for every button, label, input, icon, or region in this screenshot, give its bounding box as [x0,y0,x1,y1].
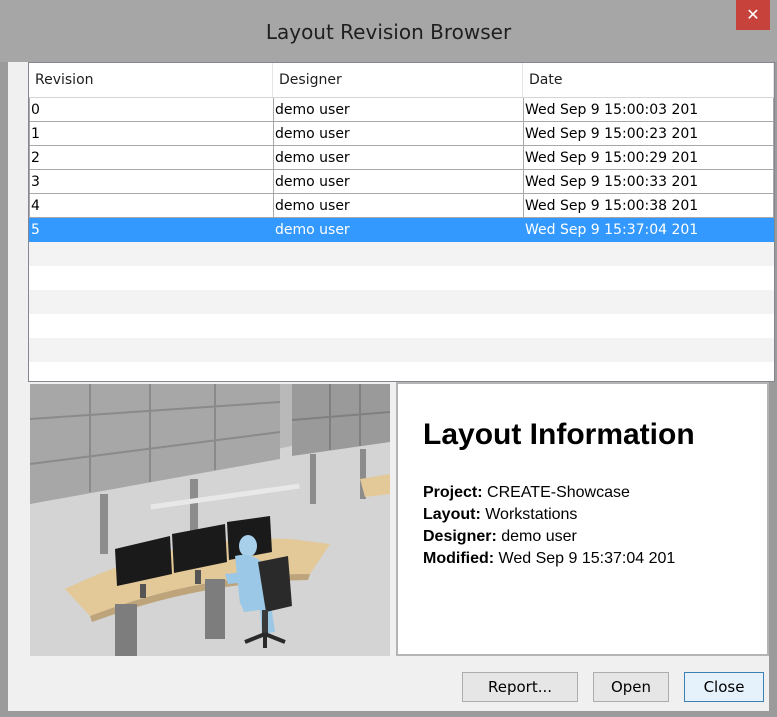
close-button[interactable]: Close [684,672,764,702]
info-layout-label: Layout: [423,506,481,523]
table-row[interactable]: 4 demo user Wed Sep 9 15:00:38 201 [29,194,774,218]
control-room-render [30,384,390,656]
info-layout-value: Workstations [485,506,578,523]
info-layout: Layout: Workstations [423,506,577,524]
cell-date: Wed Sep 9 15:00:29 201 [523,146,774,170]
cell-revision: 1 [29,122,274,146]
cell-designer: demo user [273,122,524,146]
cell-designer: demo user [273,194,524,218]
table-header: Revision Designer Date [29,63,774,98]
empty-row [29,338,774,362]
table-row[interactable]: 0 demo user Wed Sep 9 15:00:03 201 [29,98,774,122]
column-header-revision[interactable]: Revision [29,63,273,97]
info-project-value: CREATE-Showcase [487,484,630,501]
cell-date: Wed Sep 9 15:37:04 201 [523,218,774,242]
info-designer-label: Designer: [423,528,497,545]
cell-designer: demo user [273,170,524,194]
table-row[interactable]: 5 demo user Wed Sep 9 15:37:04 201 [29,218,774,242]
info-title: Layout Information [423,418,695,451]
title-bar[interactable]: Layout Revision Browser ✕ [0,0,777,62]
empty-row [29,266,774,290]
cell-designer: demo user [273,98,524,122]
cell-revision: 4 [29,194,274,218]
cell-revision: 5 [29,218,274,242]
empty-row [29,362,774,381]
report-button[interactable]: Report... [462,672,578,702]
cell-date: Wed Sep 9 15:00:38 201 [523,194,774,218]
cell-date: Wed Sep 9 15:00:33 201 [523,170,774,194]
empty-row [29,290,774,314]
dialog-window: Layout Revision Browser ✕ Revision Desig… [0,0,777,717]
info-designer-value: demo user [501,528,577,545]
cell-designer: demo user [273,146,524,170]
cell-designer: demo user [273,218,524,242]
cell-revision: 2 [29,146,274,170]
cell-revision: 0 [29,98,274,122]
cell-date: Wed Sep 9 15:00:23 201 [523,122,774,146]
table-row[interactable]: 3 demo user Wed Sep 9 15:00:33 201 [29,170,774,194]
table-row[interactable]: 1 demo user Wed Sep 9 15:00:23 201 [29,122,774,146]
cell-revision: 3 [29,170,274,194]
column-header-designer[interactable]: Designer [273,63,523,97]
column-header-date[interactable]: Date [523,63,774,97]
info-project-label: Project: [423,484,483,501]
window-title: Layout Revision Browser [265,20,512,44]
dialog-client-area: Revision Designer Date 0 demo user Wed Sep… [8,62,775,711]
close-icon[interactable]: ✕ [736,0,770,30]
info-modified: Modified: Wed Sep 9 15:37:04 201 [423,550,675,568]
table-row[interactable]: 2 demo user Wed Sep 9 15:00:29 201 [29,146,774,170]
info-designer: Designer: demo user [423,528,577,546]
info-modified-label: Modified: [423,550,495,567]
layout-info-panel: Layout Information Project: CREATE-Showc… [396,382,769,656]
cell-date: Wed Sep 9 15:00:03 201 [523,98,774,122]
empty-row [29,314,774,338]
revision-table: Revision Designer Date 0 demo user Wed Sep… [28,62,775,382]
open-button[interactable]: Open [593,672,669,702]
empty-row [29,242,774,266]
layout-preview-image [30,384,390,656]
info-modified-value: Wed Sep 9 15:37:04 201 [498,550,676,567]
info-project: Project: CREATE-Showcase [423,484,630,502]
